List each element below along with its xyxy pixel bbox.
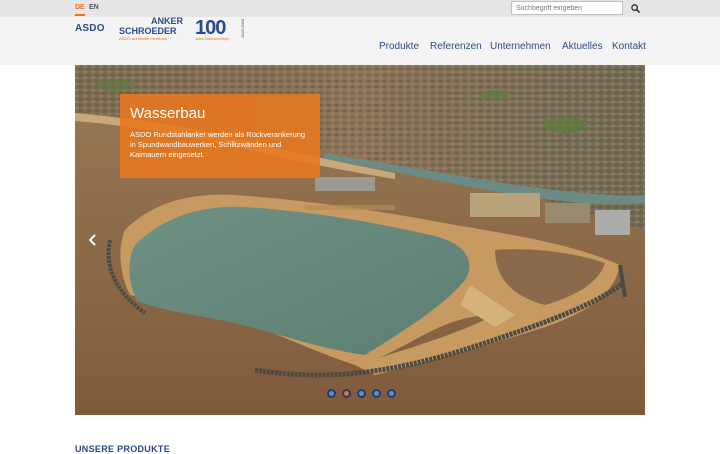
anker-schroeder-tagline: ASDO worldwide members: [119, 36, 168, 41]
slider-dot-5[interactable]: [387, 389, 396, 398]
nav-unternehmen[interactable]: Unternehmen: [490, 41, 551, 53]
hero-text: ASDO Rundstahlanker werden als Rückveran…: [130, 130, 306, 159]
slider-dot-1[interactable]: [327, 389, 336, 398]
slider-dot-3[interactable]: [357, 389, 366, 398]
centenary-tagline: Jahre Ankerschroeder: [195, 37, 230, 41]
hero-slider: Wasserbau ASDO Rundstahlanker werden als…: [75, 65, 645, 415]
anker-schroeder-logo-line1: ANKER: [150, 16, 183, 26]
asdo-logo-text: ASDO: [75, 23, 105, 34]
centenary-number: 100: [195, 17, 226, 39]
search-input[interactable]: [511, 1, 623, 15]
nav-referenzen[interactable]: Referenzen: [430, 41, 482, 53]
nav-produkte[interactable]: Produkte: [379, 41, 419, 53]
anker-schroeder-logo[interactable]: ANKER SCHROEDER ASDO worldwide members: [119, 16, 183, 42]
nav-kontakt[interactable]: Kontakt: [612, 41, 646, 53]
centenary-logo: 100 1920-2020 Jahre Ankerschroeder: [195, 17, 245, 41]
language-de-link[interactable]: DE: [75, 4, 85, 16]
products-heading: UNSERE PRODUKTE: [75, 444, 171, 454]
nav-aktuelles[interactable]: Aktuelles: [562, 41, 603, 53]
slider-dot-4[interactable]: [372, 389, 381, 398]
chevron-left-icon[interactable]: [89, 234, 99, 246]
language-en-link[interactable]: EN: [89, 4, 99, 12]
top-bar: DE EN: [0, 0, 720, 17]
hero-caption: Wasserbau ASDO Rundstahlanker werden als…: [120, 94, 320, 178]
slider-dot-2[interactable]: [342, 389, 351, 398]
hero-title: Wasserbau: [130, 105, 206, 122]
asdo-logo[interactable]: ASDO: [75, 24, 105, 34]
centenary-years: 1920-2020: [240, 18, 245, 38]
anker-schroeder-logo-line2: SCHROEDER: [119, 26, 177, 36]
search-icon[interactable]: [628, 2, 642, 14]
